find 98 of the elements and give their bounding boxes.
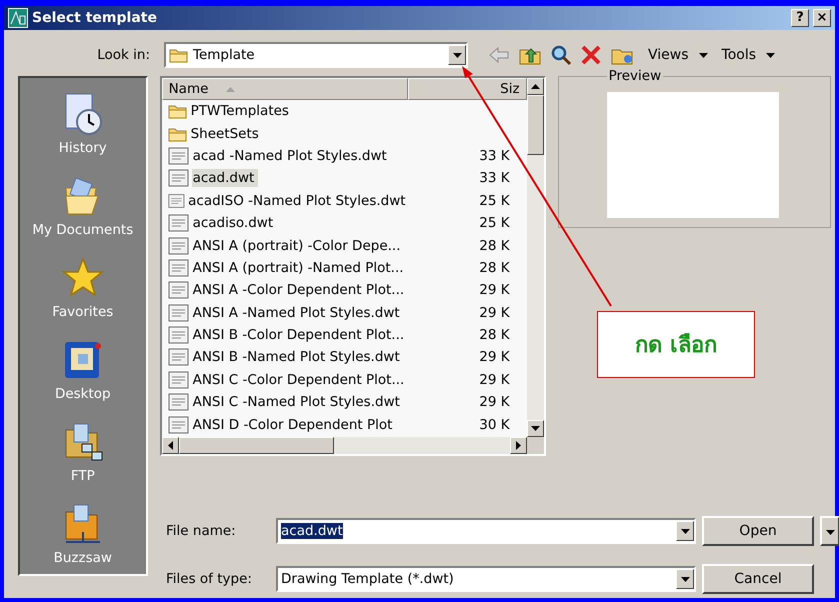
look-in-label: Look in:	[96, 47, 151, 63]
dropdown-button[interactable]	[676, 521, 694, 541]
file-name[interactable]: ANSI C -Named Plot Styles.dwt	[192, 393, 404, 412]
file-name[interactable]: ANSI B -Color Dependent Plot...	[192, 326, 408, 344]
dropdown-button[interactable]	[676, 569, 694, 589]
file-size: 29 K	[478, 304, 510, 322]
close-button[interactable]: ×	[813, 9, 831, 27]
right-arrow-icon	[516, 441, 521, 450]
template-file-icon	[168, 393, 190, 412]
sort-up-icon	[226, 86, 236, 92]
file-name[interactable]: ANSI A -Color Dependent Plot...	[192, 281, 408, 300]
file-name[interactable]: ANSI B -Named Plot Styles.dwt	[192, 348, 404, 366]
open-button[interactable]: Open	[702, 516, 814, 546]
caret-icon	[766, 52, 776, 58]
template-file-icon	[168, 348, 190, 366]
file-size: 28 K	[478, 258, 510, 277]
back-arrow-icon	[488, 46, 510, 64]
folder-icon	[168, 103, 188, 120]
cancel-button[interactable]: Cancel	[702, 564, 814, 594]
folder-icon	[168, 126, 188, 142]
template-file-icon	[168, 214, 190, 232]
file-size: 30 K	[478, 416, 510, 434]
caret-icon	[698, 52, 708, 58]
file-name-value: acad.dwt	[281, 523, 343, 539]
file-size: 29 K	[478, 281, 510, 300]
app-icon	[8, 8, 28, 28]
place-item[interactable]: FTP	[62, 408, 104, 484]
file-name[interactable]: ANSI C -Color Dependent Plot...	[192, 370, 408, 389]
open-options-button[interactable]	[820, 516, 839, 546]
file-size: 28 K	[478, 326, 510, 344]
file-size: 25 K	[478, 192, 510, 210]
template-file-icon	[168, 326, 190, 344]
file-name-field[interactable]: acad.dwt	[276, 518, 696, 544]
file-name[interactable]: ANSI A (portrait) -Color Depe...	[192, 236, 405, 255]
vertical-scrollbar[interactable]	[526, 78, 544, 437]
search-icon	[550, 44, 572, 66]
help-button[interactable]: ?	[791, 9, 809, 27]
scrollbar-corner	[526, 437, 544, 454]
template-file-icon	[168, 304, 190, 322]
file-name[interactable]: ANSI D -Color Dependent Plot	[192, 416, 396, 434]
place-item[interactable]: Favorites	[52, 244, 114, 320]
file-size: 29 K	[478, 393, 510, 412]
caret-icon	[680, 528, 690, 534]
file-name[interactable]: SheetSets	[190, 124, 263, 143]
delete-button[interactable]	[580, 44, 602, 66]
file-size: 29 K	[478, 348, 510, 366]
template-file-icon	[168, 258, 190, 277]
scroll-left-button[interactable]	[162, 437, 179, 454]
template-file-icon	[168, 169, 190, 188]
file-name[interactable]: acad.dwt	[192, 169, 258, 188]
file-name[interactable]: acad -Named Plot Styles.dwt	[192, 146, 391, 165]
window-title: Select template	[32, 10, 158, 26]
look-in-dropdown[interactable]: Template	[164, 42, 468, 68]
scroll-down-button[interactable]	[526, 420, 544, 437]
file-name[interactable]: ANSI A -Named Plot Styles.dwt	[192, 304, 404, 322]
delete-icon	[580, 44, 602, 66]
file-size: 25 K	[478, 214, 510, 232]
horizontal-scrollbar[interactable]	[162, 437, 527, 454]
caret-icon	[826, 530, 834, 535]
scroll-up-button[interactable]	[526, 78, 544, 95]
column-header[interactable]: Siz	[408, 78, 527, 100]
place-item[interactable]: Buzzsaw	[54, 490, 112, 566]
search-button[interactable]	[550, 44, 572, 66]
left-arrow-icon	[168, 441, 173, 450]
file-name[interactable]: PTWTemplates	[190, 102, 293, 120]
file-name[interactable]: acadiso.dwt	[192, 214, 278, 232]
file-type-label: Files of type:	[166, 571, 253, 587]
template-file-icon	[168, 146, 190, 165]
place-item[interactable]: Desktop	[54, 326, 111, 402]
up-arrow-icon	[530, 84, 540, 89]
views-menu-button[interactable]: Views	[642, 47, 708, 63]
template-file-icon	[168, 192, 186, 210]
template-file-icon	[168, 281, 190, 300]
place-item[interactable]: History	[58, 80, 107, 156]
template-file-icon	[168, 370, 190, 389]
caret-icon	[452, 52, 462, 58]
scroll-thumb[interactable]	[178, 437, 334, 454]
file-name[interactable]: acadISO -Named Plot Styles.dwt	[187, 192, 410, 210]
template-file-icon	[168, 416, 190, 434]
file-name[interactable]: ANSI A (portrait) -Named Plot...	[192, 258, 408, 277]
file-name-label: File name:	[166, 523, 237, 539]
scroll-right-button[interactable]	[510, 437, 527, 454]
file-size: 33 K	[478, 169, 510, 188]
file-type-dropdown[interactable]: Drawing Template (*.dwt)	[276, 566, 696, 592]
scroll-thumb[interactable]	[526, 95, 544, 155]
file-size: 28 K	[478, 236, 510, 255]
folder-icon	[169, 47, 189, 63]
place-item[interactable]: My Documents	[32, 162, 134, 238]
file-size: 29 K	[478, 370, 510, 389]
tools-menu-button[interactable]: Tools	[716, 47, 776, 63]
down-arrow-icon	[530, 426, 540, 431]
column-header[interactable]: Name	[162, 78, 408, 100]
callout-label: กด เลือก	[597, 311, 755, 378]
preview-label: Preview	[608, 68, 662, 84]
file-size: 33 K	[478, 146, 510, 165]
template-file-icon	[168, 236, 190, 255]
caret-icon	[680, 576, 690, 582]
dropdown-button[interactable]	[448, 45, 466, 65]
